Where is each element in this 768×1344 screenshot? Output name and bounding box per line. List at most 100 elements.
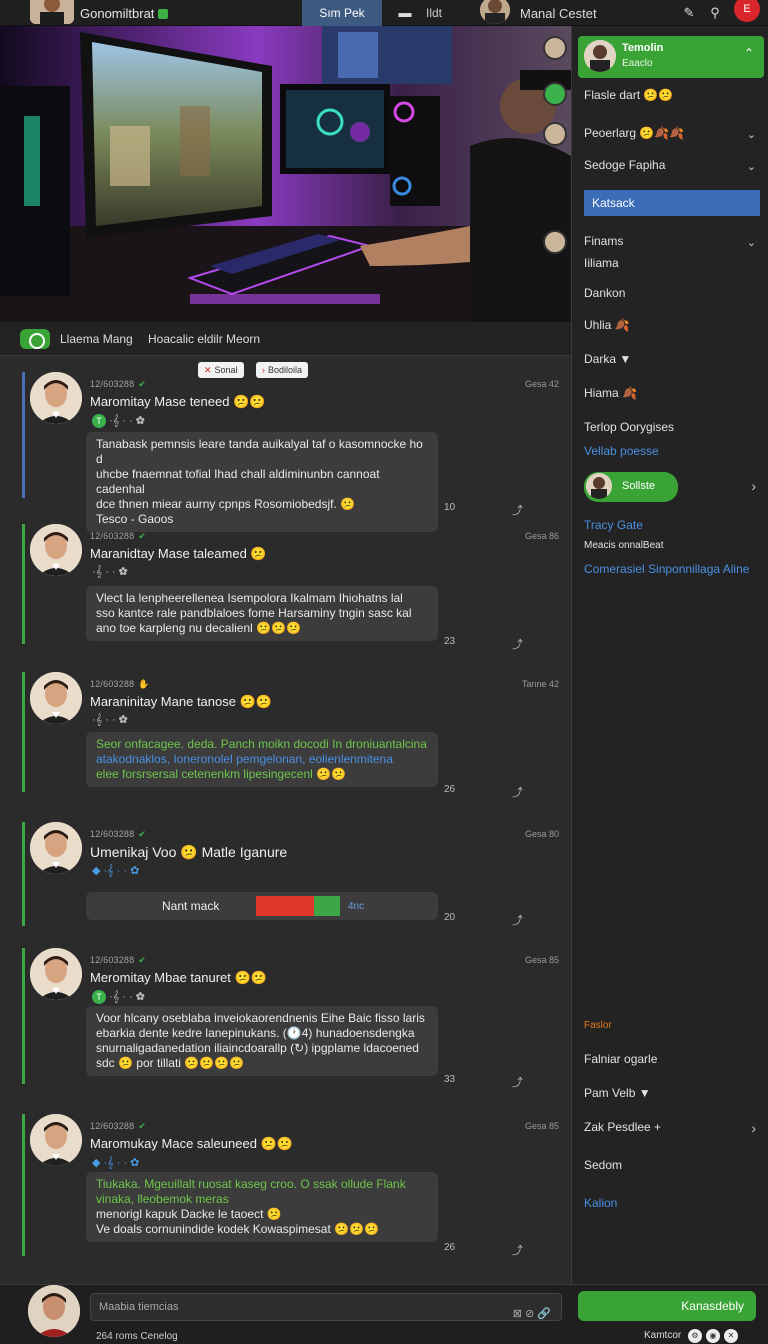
sidebar-item[interactable]: Dankon xyxy=(584,286,625,300)
sidebar-item-selected[interactable]: Katsack xyxy=(584,190,760,216)
sidebar-item[interactable]: Iiliama xyxy=(584,256,619,270)
sidebar-item[interactable]: Sedoge Fapiha xyxy=(584,158,665,172)
avatar[interactable] xyxy=(584,40,616,72)
share-icon[interactable]: ⤴ xyxy=(512,912,523,928)
sidebar-link[interactable]: Vellab poesse xyxy=(584,444,659,458)
user-avatar[interactable] xyxy=(480,0,510,24)
reaction-row[interactable]: ·𝄞 · · ✿ xyxy=(92,566,128,579)
chevron-up-icon[interactable]: ⌃ xyxy=(744,46,754,60)
avatar[interactable] xyxy=(30,948,82,1000)
author-name[interactable]: Maromitay Mase teneed 😕😕 xyxy=(90,394,265,410)
author-name[interactable]: Meromitay Mbae tanuret 😕😕 xyxy=(90,970,267,986)
sidebar-item[interactable]: Uhlia 🍂 xyxy=(584,318,630,332)
share-icon[interactable]: ⤴ xyxy=(512,784,523,800)
message[interactable]: 12/603288 ✔ Gesa 85 Maromukay Mace saleun… xyxy=(0,1114,571,1274)
sidebar-link[interactable]: Comerasiel Sinponnillaga Aline xyxy=(584,562,749,576)
send-button[interactable]: Kanasdebly xyxy=(578,1291,756,1321)
channel-name[interactable]: Llaema Mang xyxy=(60,332,133,346)
message[interactable]: 12/603288 ✔ Gesa 85 Meromitay Mbae tanure… xyxy=(0,948,571,1098)
sidebar-item[interactable]: Meacis onnalBeat xyxy=(584,540,664,551)
profile-card[interactable]: Temolin Eaaclo ⌃ xyxy=(578,36,764,78)
progress-card[interactable]: Nant mack 4nc xyxy=(86,892,438,920)
message-line: dce thnen miear aurny cpnps Rosomiobedsj… xyxy=(96,497,356,511)
reply-count[interactable]: 10 xyxy=(444,502,455,513)
sidebar-item[interactable]: Flasle dart 😕😕 xyxy=(584,88,673,102)
search-icon[interactable]: ⚲ xyxy=(706,4,724,22)
close-icon[interactable]: ✕ xyxy=(724,1329,739,1343)
viewer-avatar[interactable] xyxy=(543,82,567,106)
avatar[interactable] xyxy=(30,524,82,576)
reaction-row[interactable]: ·𝄞 · · ✿ xyxy=(92,714,128,727)
message[interactable]: 12/603288 ✔ Gesa 86 Maranidtay Mase talea… xyxy=(0,524,571,664)
message[interactable]: 12/603288 ✔ Gesa 80 Umenikaj Voo 😕 Matle … xyxy=(0,822,571,942)
notification-badge[interactable]: E xyxy=(734,0,760,22)
settings-icon[interactable]: ◉ xyxy=(706,1329,721,1343)
edit-icon[interactable]: ✎ xyxy=(680,4,698,22)
reply-count[interactable]: 23 xyxy=(444,636,455,647)
sidebar-item[interactable]: Sedom xyxy=(584,1158,622,1172)
sidebar-item[interactable]: Hiama 🍂 xyxy=(584,386,637,400)
tab-active[interactable]: Sım Pek xyxy=(302,0,382,26)
author-name[interactable]: Maranidtay Mase taleamed 😕 xyxy=(90,546,267,562)
channel-icon[interactable] xyxy=(20,329,50,349)
reply-count[interactable]: 33 xyxy=(444,1074,455,1085)
author-name[interactable]: Maraninitay Mane tanose 😕😕 xyxy=(90,694,272,710)
reaction-row[interactable]: T ·𝄞 · · ✿ xyxy=(92,414,145,428)
tag-icon[interactable]: T xyxy=(92,990,106,1004)
app-avatar[interactable] xyxy=(30,0,74,24)
avatar[interactable] xyxy=(30,822,82,874)
top-label[interactable]: Ildt xyxy=(426,6,442,20)
button-label: Sollste xyxy=(622,480,656,492)
progress-bar-green xyxy=(314,896,340,916)
share-icon[interactable]: ⤴ xyxy=(512,1242,523,1258)
sidebar-item[interactable]: Pam Velb ▼ xyxy=(584,1086,651,1100)
sidebar-link[interactable]: Kalion xyxy=(584,1196,617,1210)
avatar[interactable] xyxy=(30,372,82,424)
reply-count[interactable]: 26 xyxy=(444,784,455,795)
composer-tools[interactable]: ⊠ ⊘ 🔗 xyxy=(513,1301,551,1327)
sidebar-item[interactable]: Finams xyxy=(584,234,623,248)
chevron-right-icon[interactable]: › xyxy=(751,478,756,494)
avatar[interactable] xyxy=(30,672,82,724)
message-line: sdc 😕 por tillati 😕😕😕😕 xyxy=(96,1056,245,1070)
share-icon[interactable]: ⤴ xyxy=(512,502,523,518)
composer-footer-right[interactable]: Kamtcor ⚙ ◉ ✕ xyxy=(644,1329,739,1343)
author-name[interactable]: Maromukay Mace saleuneed 😕😕 xyxy=(90,1136,293,1152)
tag-icon[interactable]: T xyxy=(92,414,106,428)
reaction-row[interactable]: ◆ ·𝄞 · · ✿ xyxy=(92,864,139,878)
share-icon[interactable]: ⤴ xyxy=(512,1074,523,1090)
viewer-avatar[interactable] xyxy=(543,230,567,254)
avatar[interactable] xyxy=(28,1285,80,1337)
chevron-right-icon[interactable]: › xyxy=(751,1120,756,1136)
sidebar-action-button[interactable]: Sollste xyxy=(584,472,678,502)
reaction-row[interactable]: T ·𝄞 · · ✿ xyxy=(92,990,145,1004)
sidebar-item[interactable]: Peoerlarg 😕🍂🍂 xyxy=(584,126,684,140)
inbox-icon[interactable]: ▬ xyxy=(396,4,414,22)
reaction-row[interactable]: ◆ ·𝄞 · · ✿ xyxy=(92,1156,139,1170)
sidebar-item[interactable]: Falniar ogarle xyxy=(584,1052,657,1066)
sidebar-item[interactable]: Terlop Oorygises xyxy=(584,420,674,434)
sidebar-item[interactable]: Darka ▼ xyxy=(584,352,631,366)
channel-subtitle: Hoacalic eldilr Meorn xyxy=(148,332,261,346)
chevron-down-icon[interactable]: ⌄ xyxy=(747,160,756,173)
reply-count[interactable]: 20 xyxy=(444,912,455,923)
sidebar-item[interactable]: Zak Pesdlee + xyxy=(584,1120,661,1134)
chevron-down-icon[interactable]: ⌄ xyxy=(747,128,756,141)
message-input[interactable]: Maabia tiemcias ⊠ ⊘ 🔗 xyxy=(90,1293,562,1321)
author-name[interactable]: Umenikaj Voo 😕 Matle Iganure xyxy=(90,844,287,861)
message-line: Ve doals cornunindide kodek Kowaspimesat… xyxy=(96,1222,379,1236)
viewer-avatar[interactable] xyxy=(543,36,567,60)
user-name[interactable]: Manal Cestet xyxy=(520,6,597,21)
message-feed[interactable]: ✕ Sonal › Bodiloila 12/603288 ✔ Gesa 42 Mar… xyxy=(0,356,571,1284)
reply-count[interactable]: 26 xyxy=(444,1242,455,1253)
message-line: Seor onfacagee. deda. Panch moikn docodi… xyxy=(96,737,427,751)
viewer-avatar[interactable] xyxy=(543,122,567,146)
message[interactable]: 12/603288 ✔ Gesa 42 Maromitay Mase teneed… xyxy=(0,372,571,532)
message[interactable]: 12/603288 ✋ Tanne 42 Maraninitay Mane tan… xyxy=(0,672,571,812)
gear-icon[interactable]: ⚙ xyxy=(688,1329,703,1343)
avatar[interactable] xyxy=(30,1114,82,1166)
sidebar-link[interactable]: Tracy Gate xyxy=(584,518,643,532)
share-icon[interactable]: ⤴ xyxy=(512,636,523,652)
message-line: atakodnaklos, Ioneronolel pemgelonan, eo… xyxy=(96,752,393,766)
chevron-down-icon[interactable]: ⌄ xyxy=(747,236,756,249)
